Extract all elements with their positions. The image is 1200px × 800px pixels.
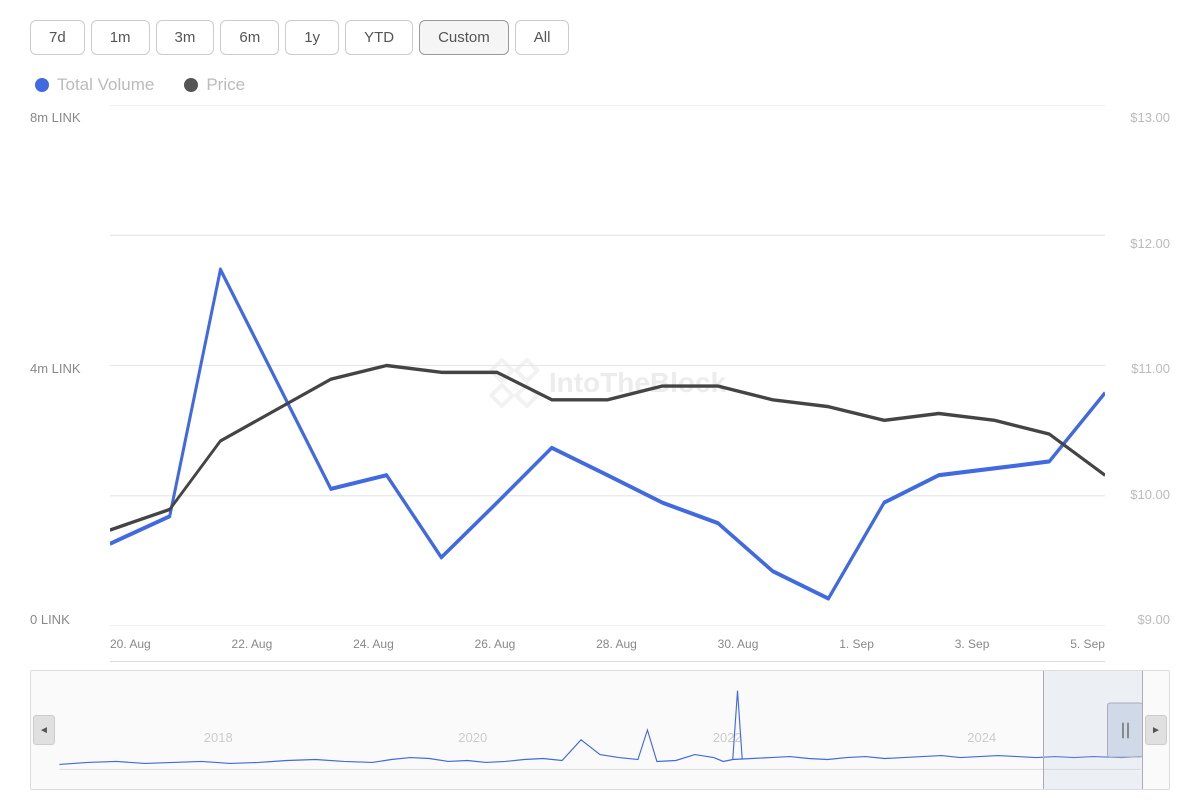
btn-ytd[interactable]: YTD <box>345 20 413 55</box>
x-axis: 20. Aug 22. Aug 24. Aug 26. Aug 28. Aug … <box>110 626 1105 661</box>
nav-center-icon <box>1122 722 1129 738</box>
x-label-5: 30. Aug <box>718 637 759 651</box>
y-right-2: $11.00 <box>1105 361 1170 376</box>
btn-3m[interactable]: 3m <box>156 20 215 55</box>
main-container: 7d 1m 3m 6m 1y YTD Custom All Total Volu… <box>0 0 1200 800</box>
overview-svg <box>31 671 1169 789</box>
x-label-1: 22. Aug <box>232 637 273 651</box>
x-label-2: 24. Aug <box>353 637 394 651</box>
price-line <box>110 366 1105 531</box>
x-label-4: 28. Aug <box>596 637 637 651</box>
y-left-top: 8m LINK <box>30 110 110 125</box>
y-right-1: $12.00 <box>1105 236 1170 251</box>
x-label-6: 1. Sep <box>839 637 874 651</box>
y-axis-left: 8m LINK 4m LINK 0 LINK <box>30 105 110 662</box>
chart-wrapper: 8m LINK 4m LINK 0 LINK IntoTheBlock <box>30 105 1170 662</box>
nav-arrow-right[interactable]: ► <box>1145 715 1167 745</box>
total-volume-dot <box>35 78 49 92</box>
x-label-3: 26. Aug <box>475 637 516 651</box>
btn-1m[interactable]: 1m <box>91 20 150 55</box>
chart-navigator[interactable]: 2018 2020 2022 2024 ◄ ► <box>30 670 1170 790</box>
y-axis-right: $13.00 $12.00 $11.00 $10.00 $9.00 <box>1105 105 1170 662</box>
btn-7d[interactable]: 7d <box>30 20 85 55</box>
y-left-mid: 4m LINK <box>30 361 110 376</box>
nav-arrow-left[interactable]: ◄ <box>33 715 55 745</box>
y-right-3: $10.00 <box>1105 487 1170 502</box>
btn-1y[interactable]: 1y <box>285 20 339 55</box>
btn-all[interactable]: All <box>515 20 570 55</box>
price-label: Price <box>206 75 245 95</box>
legend-total-volume: Total Volume <box>35 75 154 95</box>
chart-legend: Total Volume Price <box>35 75 1170 95</box>
x-label-8: 5. Sep <box>1070 637 1105 651</box>
nav-left-icon: ◄ <box>39 725 49 736</box>
nav-right-icon: ► <box>1151 725 1161 736</box>
y-right-4: $9.00 <box>1105 612 1170 627</box>
y-left-bot: 0 LINK <box>30 612 110 627</box>
time-range-selector: 7d 1m 3m 6m 1y YTD Custom All <box>30 20 1170 55</box>
btn-custom[interactable]: Custom <box>419 20 509 55</box>
x-label-7: 3. Sep <box>955 637 990 651</box>
x-label-0: 20. Aug <box>110 637 151 651</box>
btn-6m[interactable]: 6m <box>220 20 279 55</box>
y-right-0: $13.00 <box>1105 110 1170 125</box>
total-volume-label: Total Volume <box>57 75 154 95</box>
chart-body: IntoTheBlock 20. Aug 22. Aug <box>110 105 1105 662</box>
legend-price: Price <box>184 75 245 95</box>
price-dot <box>184 78 198 92</box>
main-chart-svg <box>110 105 1105 626</box>
volume-line <box>110 270 1105 599</box>
nav-drag-handle[interactable] <box>1107 703 1143 758</box>
